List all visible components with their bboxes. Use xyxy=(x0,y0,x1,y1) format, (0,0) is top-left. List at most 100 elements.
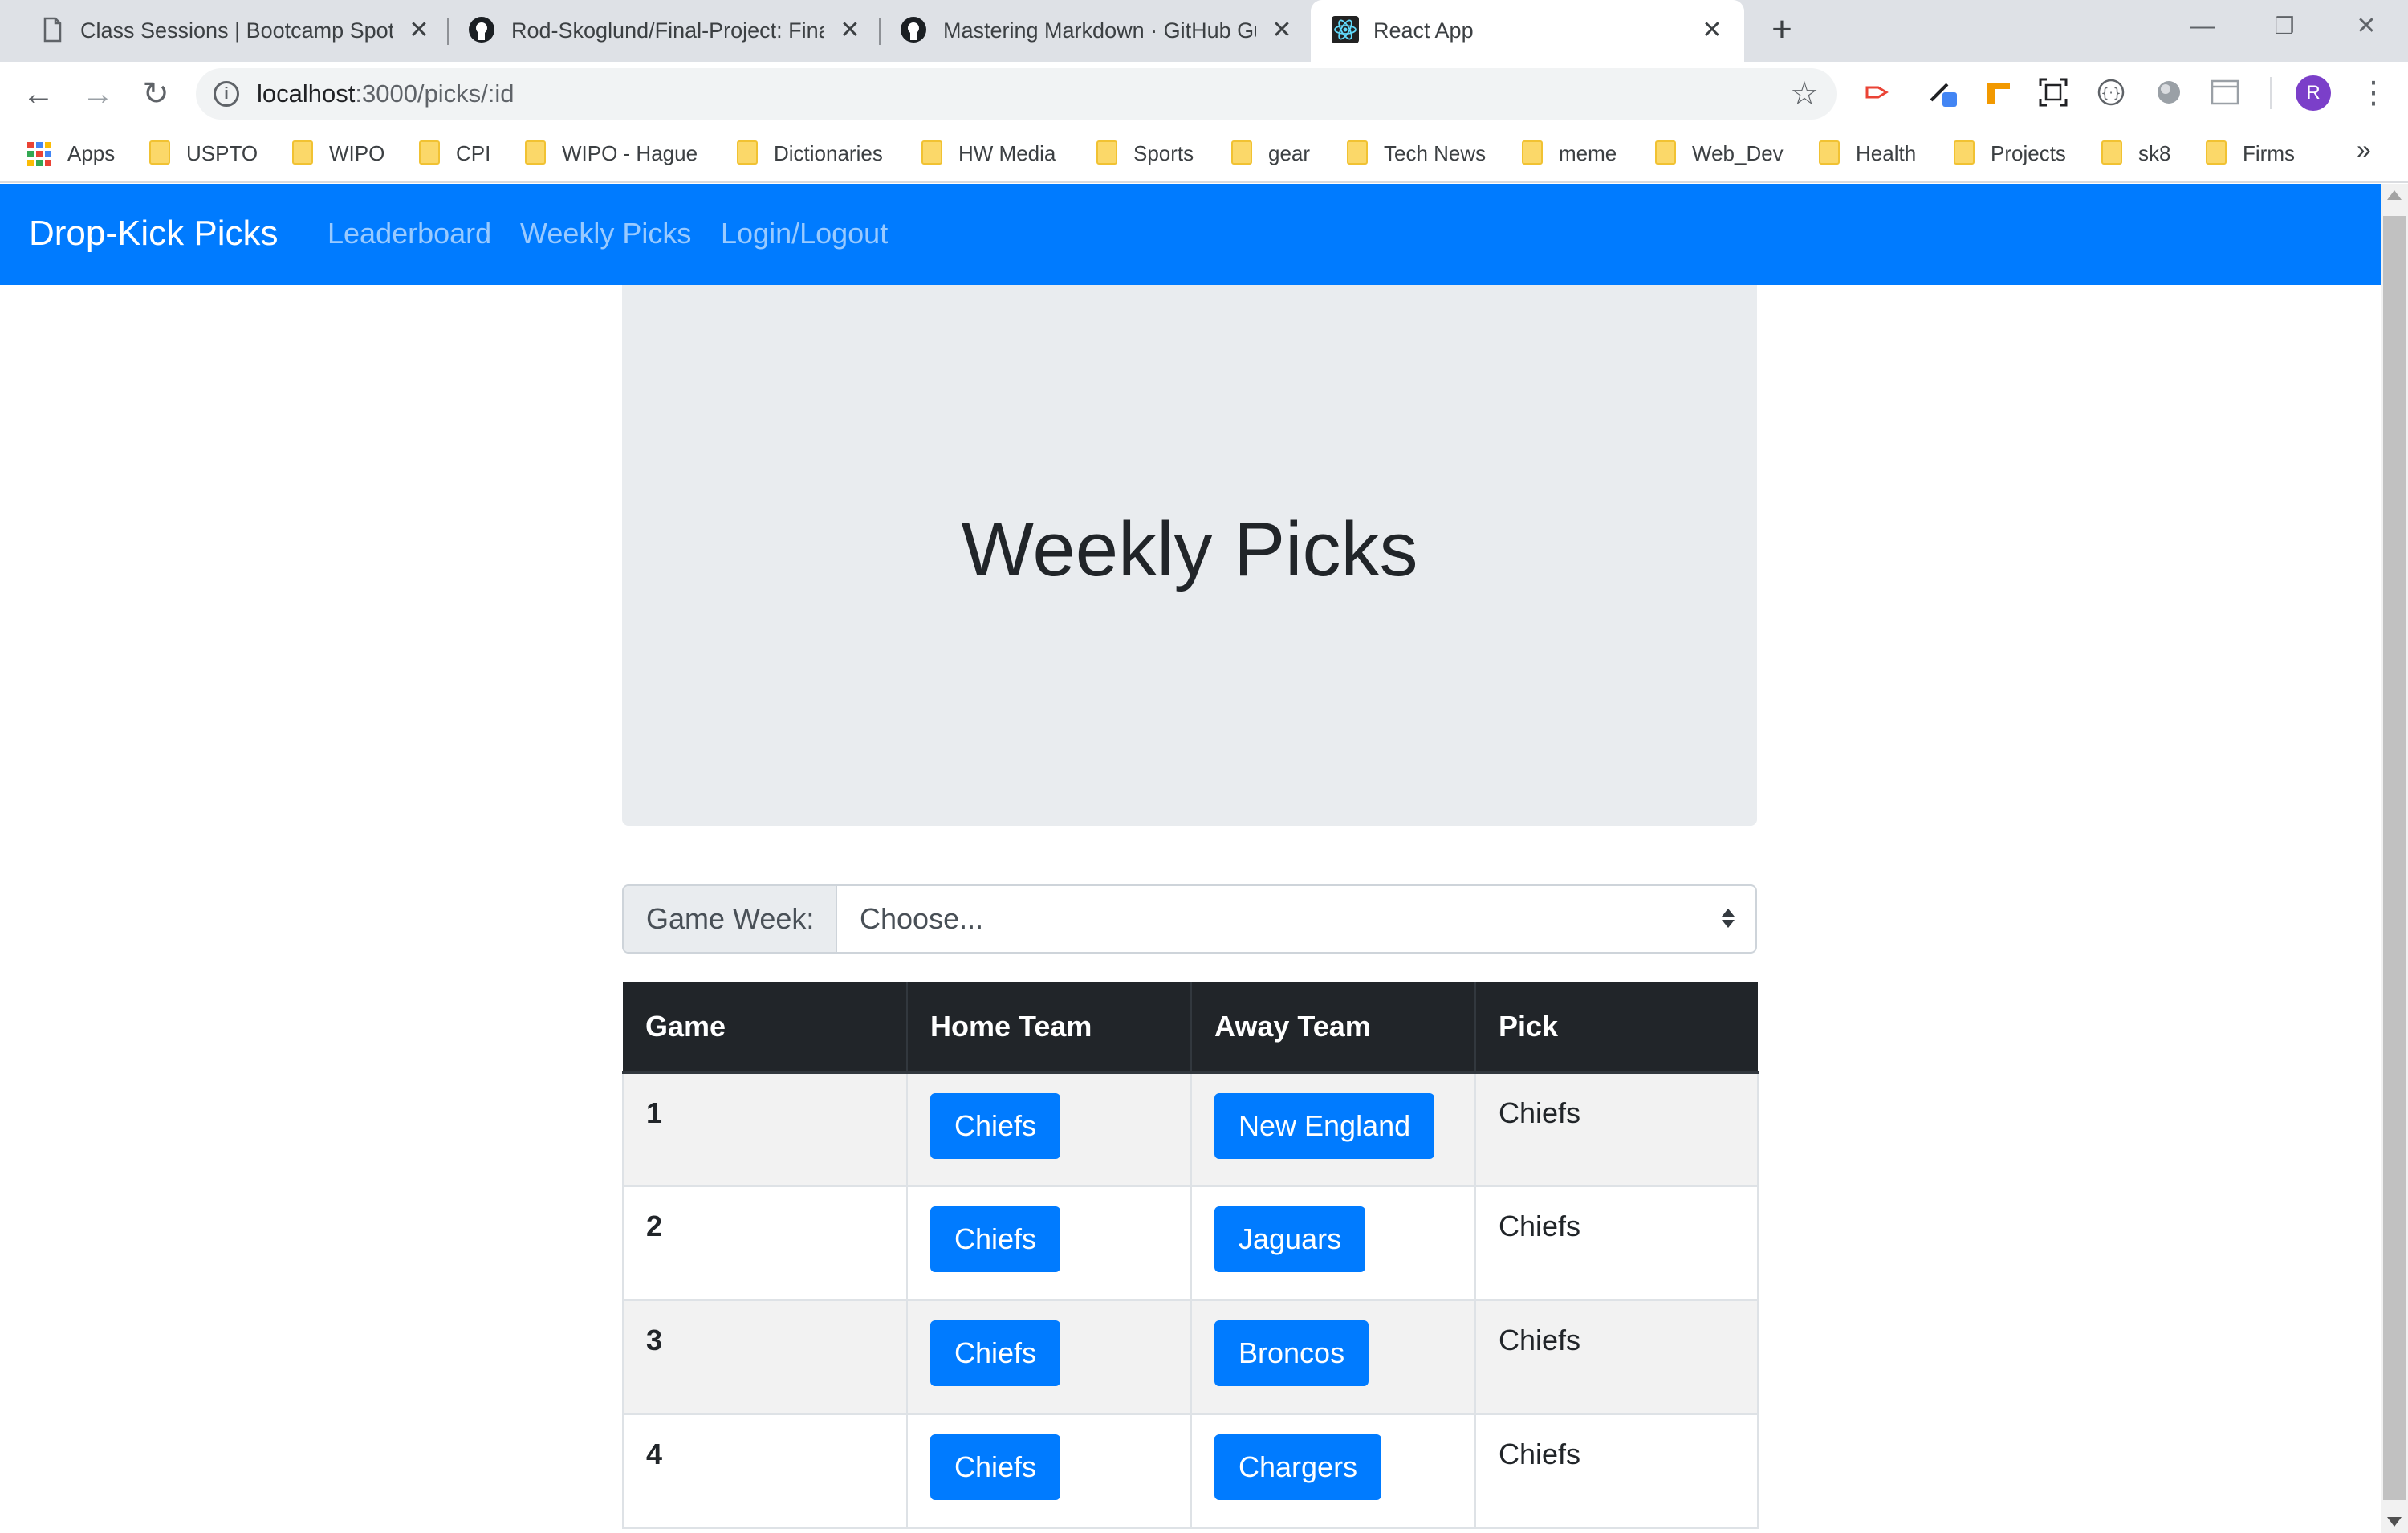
away-team-button[interactable]: New England xyxy=(1214,1093,1435,1159)
game-week-selected-value: Choose... xyxy=(860,902,984,935)
bookmark-label: Projects xyxy=(1991,141,2066,165)
scroll-down-arrow-icon[interactable] xyxy=(2387,1517,2402,1527)
folder-icon xyxy=(1655,140,1676,165)
column-header-pick: Pick xyxy=(1475,982,1758,1074)
tab-title: Mastering Markdown · GitHub Gu xyxy=(943,18,1256,43)
github-icon xyxy=(901,17,926,43)
away-team-button[interactable]: Chargers xyxy=(1214,1434,1382,1500)
scrollbar-thumb[interactable] xyxy=(2383,216,2406,1500)
url-text[interactable]: localhost:3000/picks/:id xyxy=(257,79,515,109)
bookmark-label: Dictionaries xyxy=(774,141,883,165)
nav-weekly-picks[interactable]: Weekly Picks xyxy=(520,214,691,253)
pick-cell: Chiefs xyxy=(1474,1299,1759,1415)
home-team-button[interactable]: Chiefs xyxy=(930,1434,1061,1500)
window-extension-icon[interactable] xyxy=(2209,76,2241,108)
browser-window: Class Sessions | Bootcamp Spot ✕ Rod-Sko… xyxy=(0,0,2408,1533)
game-week-select-group: Game Week: Choose... xyxy=(622,884,1757,954)
column-header-away-team: Away Team xyxy=(1191,982,1476,1074)
json-viewer-icon[interactable]: {·} xyxy=(2095,76,2127,108)
folder-icon xyxy=(292,140,313,165)
github-icon xyxy=(469,17,494,43)
tab-final-project[interactable]: Rod-Skoglund/Final-Project: Fina ✕ xyxy=(431,0,881,62)
table-row: 3 Chiefs Broncos Chiefs xyxy=(622,1299,1759,1415)
bookmark-label: Health xyxy=(1856,141,1917,165)
sphere-extension-icon[interactable] xyxy=(2153,76,2185,108)
away-team-cell: Chargers xyxy=(1190,1413,1476,1529)
close-icon[interactable]: ✕ xyxy=(834,14,866,47)
tab-class-sessions[interactable]: Class Sessions | Bootcamp Spot ✕ xyxy=(0,0,449,62)
tab-react-app[interactable]: React App ✕ xyxy=(1311,0,1744,62)
forward-arrow-icon[interactable]: → xyxy=(79,75,117,113)
new-tab-button[interactable]: + xyxy=(1763,11,1801,50)
nav-leaderboard[interactable]: Leaderboard xyxy=(327,214,491,253)
home-team-button[interactable]: Chiefs xyxy=(930,1206,1061,1272)
bookmarks-bar: Apps USPTO WIPO CPI WIPO - Hague Diction… xyxy=(0,126,2408,183)
extension-red-icon[interactable] xyxy=(1862,76,1894,108)
away-team-button[interactable]: Jaguars xyxy=(1214,1206,1366,1272)
nav-login-logout[interactable]: Login/Logout xyxy=(721,214,888,253)
pick-cell: Chiefs xyxy=(1474,1413,1759,1529)
folder-icon xyxy=(1819,140,1840,165)
bookmark-label: WIPO xyxy=(329,141,385,165)
folder-icon xyxy=(1347,140,1368,165)
tab-mastering-markdown[interactable]: Mastering Markdown · GitHub Gu ✕ xyxy=(863,0,1312,62)
info-icon[interactable]: i xyxy=(214,81,239,107)
close-icon[interactable]: ✕ xyxy=(1696,14,1728,47)
jumbotron: Weekly Picks xyxy=(622,285,1757,826)
brand-link[interactable]: Drop-Kick Picks xyxy=(29,211,279,256)
reload-icon[interactable]: ↻ xyxy=(136,75,175,113)
close-window-icon[interactable]: ✕ xyxy=(2342,6,2390,47)
home-team-button[interactable]: Chiefs xyxy=(930,1320,1061,1386)
restore-icon[interactable]: ❐ xyxy=(2260,6,2308,47)
back-arrow-icon[interactable]: ← xyxy=(19,75,58,113)
bookmark-star-icon[interactable]: ☆ xyxy=(1790,76,1819,112)
tab-strip: Class Sessions | Bootcamp Spot ✕ Rod-Sko… xyxy=(0,0,2408,62)
folder-icon xyxy=(149,140,170,165)
home-team-cell: Chiefs xyxy=(906,1071,1192,1187)
away-team-button[interactable]: Broncos xyxy=(1214,1320,1369,1386)
svg-text:{·}: {·} xyxy=(2101,85,2121,100)
kebab-menu-icon[interactable]: ⋮ xyxy=(2358,74,2389,112)
profile-avatar[interactable]: R xyxy=(2296,75,2331,111)
close-icon[interactable]: ✕ xyxy=(403,14,435,47)
folder-icon xyxy=(419,140,440,165)
folder-icon xyxy=(1954,140,1975,165)
minimize-icon[interactable]: — xyxy=(2178,6,2227,47)
bookmarks-overflow-button[interactable]: » xyxy=(2357,135,2371,165)
bookmark-label: Firms xyxy=(2243,141,2295,165)
bookmark-label: Web_Dev xyxy=(1692,141,1784,165)
game-number: 3 xyxy=(622,1299,908,1415)
pick-cell: Chiefs xyxy=(1474,1185,1759,1301)
column-header-home-team: Home Team xyxy=(907,982,1192,1074)
game-week-select[interactable]: Choose... xyxy=(837,886,1755,952)
page-scrollbar[interactable] xyxy=(2381,184,2408,1533)
bookmark-label: sk8 xyxy=(2138,141,2171,165)
folder-icon xyxy=(525,140,546,165)
pick-cell: Chiefs xyxy=(1474,1071,1759,1187)
close-icon[interactable]: ✕ xyxy=(1266,14,1298,47)
table-row: 2 Chiefs Jaguars Chiefs xyxy=(622,1185,1759,1301)
page-title: Weekly Picks xyxy=(961,506,1418,592)
table-row: 1 Chiefs New England Chiefs xyxy=(622,1071,1759,1187)
screenshot-icon[interactable] xyxy=(2037,76,2069,108)
folder-icon xyxy=(737,140,758,165)
scroll-up-arrow-icon[interactable] xyxy=(2387,190,2402,200)
bookmark-label: Sports xyxy=(1133,141,1194,165)
url-path: :3000/picks/:id xyxy=(355,79,515,108)
folder-icon xyxy=(921,140,942,165)
tab-title: Rod-Skoglund/Final-Project: Fina xyxy=(511,18,824,43)
home-team-cell: Chiefs xyxy=(906,1413,1192,1529)
home-team-cell: Chiefs xyxy=(906,1299,1192,1415)
bookmark-label: WIPO - Hague xyxy=(562,141,698,165)
tab-title: Class Sessions | Bootcamp Spot xyxy=(80,18,393,43)
ruler-icon[interactable] xyxy=(1983,76,2015,108)
url-host: localhost xyxy=(257,79,356,108)
bookmark-label: Apps xyxy=(67,141,116,165)
bookmark-label: HW Media xyxy=(958,141,1056,165)
home-team-button[interactable]: Chiefs xyxy=(930,1093,1061,1159)
color-picker-icon[interactable] xyxy=(1926,76,1959,108)
home-team-cell: Chiefs xyxy=(906,1185,1192,1301)
game-number: 2 xyxy=(622,1185,908,1301)
tab-title: React App xyxy=(1373,18,1474,43)
address-bar[interactable]: i localhost:3000/picks/:id ☆ xyxy=(196,68,1837,120)
